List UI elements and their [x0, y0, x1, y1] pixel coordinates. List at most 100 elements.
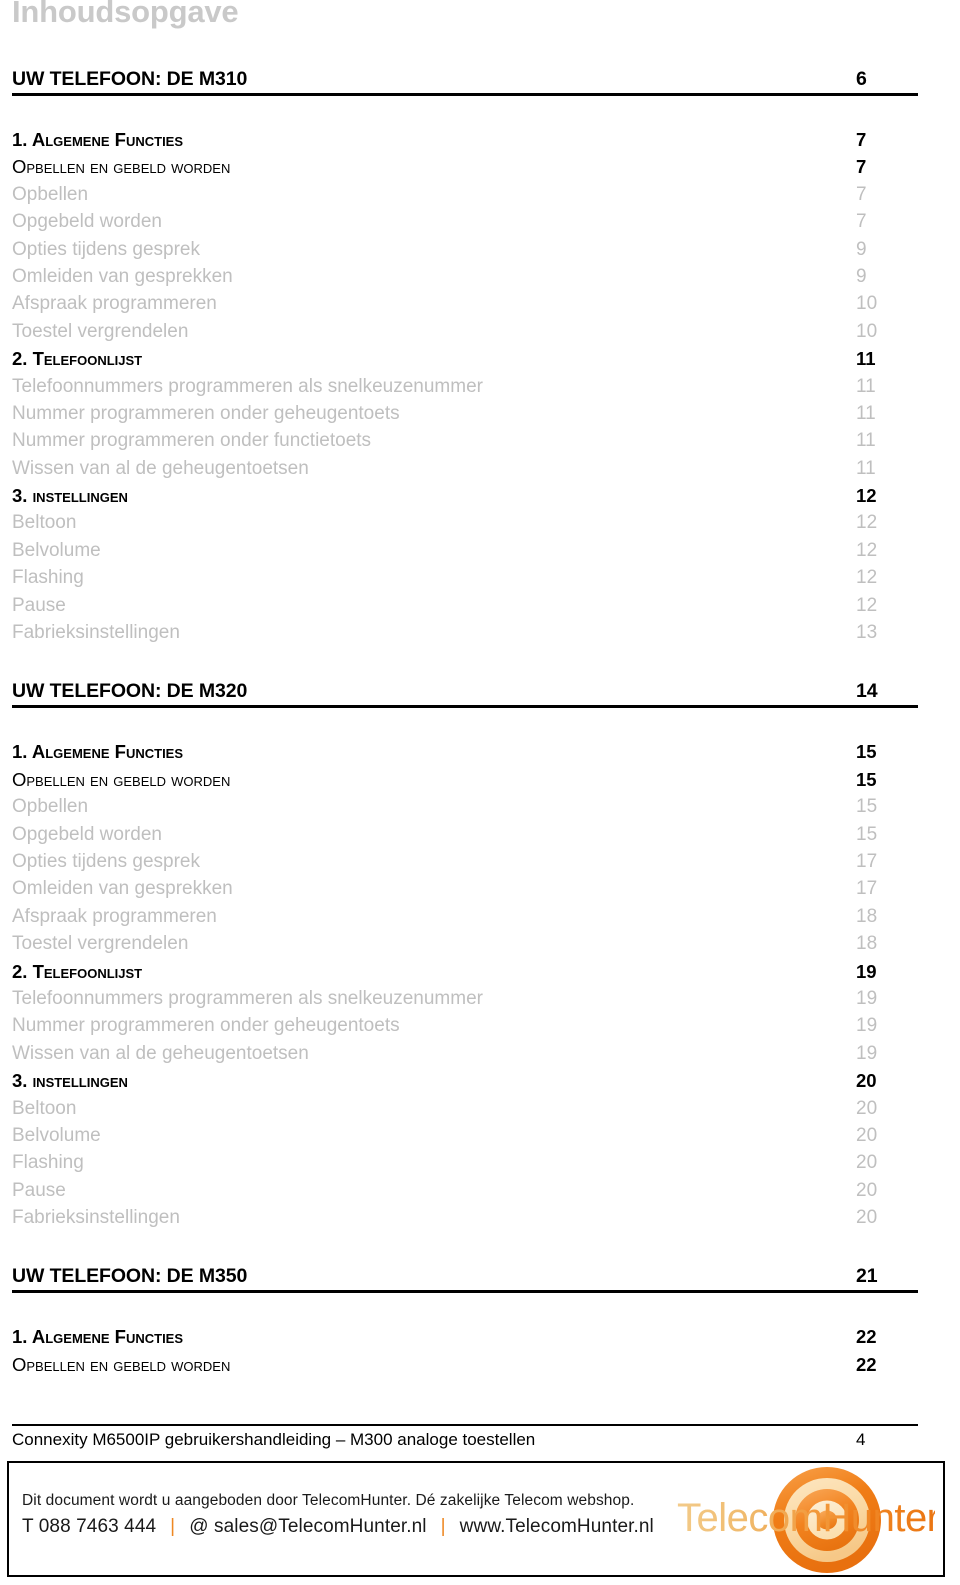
toc-entry-page: 12 — [856, 594, 878, 616]
toc-entry-page: 10 — [856, 320, 878, 342]
toc-entry-label: Omleiden van gesprekken — [12, 265, 233, 287]
toc-entry-label: Toestel vergrendelen — [12, 933, 189, 955]
toc-entry-level-1[interactable]: 1. Algemene Functies 15 — [0, 740, 960, 767]
toc-part-heading-label: UW TELEFOON: DE M320 — [12, 680, 248, 703]
toc-part-heading[interactable]: UW TELEFOON: DE M320 14 — [0, 678, 960, 716]
toc-entry-level-3[interactable]: Opgebeld worden 15 — [0, 823, 960, 850]
toc-entry-page: 17 — [856, 878, 878, 900]
toc-entry-page: 7 — [856, 129, 867, 150]
toc-entry-label: Toestel vergrendelen — [12, 320, 189, 342]
toc-entry-label: Telefoonnummers programmeren als snelkeu… — [12, 375, 483, 397]
toc-entry-label: 3. instellingen — [12, 485, 128, 507]
toc-entry-level-3[interactable]: Telefoonnummers programmeren als snelkeu… — [0, 375, 960, 402]
toc-entry-label: Afspraak programmeren — [12, 905, 217, 927]
toc-entry-level-3[interactable]: Opties tijdens gesprek 17 — [0, 850, 960, 877]
toc-entry-page: 11 — [856, 375, 876, 397]
toc-entry-level-2[interactable]: Opbellen en gebeld worden 22 — [0, 1353, 960, 1380]
toc-entry-level-3[interactable]: Pause 12 — [0, 594, 960, 621]
heading-entries-spacer — [0, 716, 960, 740]
toc-entry-level-1[interactable]: 1. Algemene Functies 7 — [0, 128, 960, 155]
toc-entry-label: Beltoon — [12, 512, 77, 534]
toc-entry-level-3[interactable]: Belvolume 20 — [0, 1124, 960, 1151]
toc-entry-level-3[interactable]: Telefoonnummers programmeren als snelkeu… — [0, 987, 960, 1014]
toc-entry-level-3[interactable]: Wissen van al de geheugentoetsen 11 — [0, 457, 960, 484]
toc-entry-label: Opbellen en gebeld worden — [12, 1353, 231, 1375]
toc-part-heading-rule — [12, 705, 918, 709]
toc-entry-page: 7 — [856, 156, 867, 178]
toc-entry-level-3[interactable]: Omleiden van gesprekken 17 — [0, 877, 960, 904]
toc-entry-level-2[interactable]: Opbellen en gebeld worden 15 — [0, 768, 960, 795]
promo-tagline: Dit document wordt u aangeboden door Tel… — [22, 1492, 635, 1509]
toc-entry-label: Nummer programmeren onder geheugentoets — [12, 402, 400, 424]
toc-entry-level-2[interactable]: Opbellen en gebeld worden 7 — [0, 155, 960, 182]
footer-divider — [12, 1424, 918, 1426]
promo-email[interactable]: @ sales@TelecomHunter.nl — [189, 1516, 426, 1537]
toc-entry-page: 19 — [856, 1042, 878, 1064]
toc-entry-page: 20 — [856, 1124, 878, 1146]
toc-entry-page: 12 — [856, 485, 877, 507]
toc-entry-level-3[interactable]: Nummer programmeren onder geheugentoets 1… — [0, 1014, 960, 1041]
promo-website[interactable]: www.TelecomHunter.nl — [460, 1516, 654, 1537]
toc-entry-level-3[interactable]: Opgebeld worden 7 — [0, 210, 960, 237]
footer-title: Connexity M6500IP gebruikershandleiding … — [12, 1430, 536, 1449]
toc-part-heading[interactable]: UW TELEFOON: DE M310 6 — [0, 66, 960, 104]
toc-entry-level-3[interactable]: Afspraak programmeren 18 — [0, 905, 960, 932]
toc-part-heading-rule — [12, 93, 918, 96]
toc-entry-level-1[interactable]: 2. Telefoonlijst 11 — [0, 347, 960, 374]
toc-entry-level-3[interactable]: Pause 20 — [0, 1179, 960, 1206]
telecomhunter-logo[interactable]: TelecomHunter — [669, 1465, 935, 1575]
toc-entry-label: Omleiden van gesprekken — [12, 878, 233, 900]
toc-entry-label: Opgebeld worden — [12, 211, 162, 233]
toc-entry-level-3[interactable]: Flashing 12 — [0, 566, 960, 593]
toc-entry-page: 12 — [856, 567, 878, 589]
toc-part-heading-page: 21 — [856, 1265, 878, 1288]
toc-entry-level-3[interactable]: Fabrieksinstellingen 20 — [0, 1206, 960, 1233]
toc-entry-label: Pause — [12, 594, 66, 616]
toc-part-heading-label: UW TELEFOON: DE M310 — [12, 68, 248, 90]
toc-part-heading-page: 14 — [856, 680, 878, 703]
toc-entry-page: 12 — [856, 539, 878, 561]
toc-entry-level-3[interactable]: Toestel vergrendelen 10 — [0, 320, 960, 347]
toc-entry-page: 15 — [856, 741, 877, 763]
logo-target-icon: TelecomHunter — [677, 1467, 935, 1573]
toc-entry-level-3[interactable]: Opties tijdens gesprek 9 — [0, 238, 960, 265]
toc-entry-label: 2. Telefoonlijst — [12, 960, 143, 982]
toc-entry-page: 13 — [856, 622, 878, 644]
toc-entry-level-1[interactable]: 3. instellingen 20 — [0, 1069, 960, 1096]
promo-separator-2: | — [440, 1516, 446, 1537]
toc-entry-level-1[interactable]: 2. Telefoonlijst 19 — [0, 960, 960, 987]
toc-entry-label: Wissen van al de geheugentoetsen — [12, 1042, 309, 1064]
toc-entry-label: 1. Algemene Functies — [12, 1326, 184, 1348]
toc-entry-label: Opbellen en gebeld worden — [12, 768, 231, 790]
toc-entry-page: 15 — [856, 768, 877, 790]
promo-separator-1: | — [170, 1516, 176, 1537]
toc-entry-level-3[interactable]: Flashing 20 — [0, 1151, 960, 1178]
toc-entry-level-3[interactable]: Wissen van al de geheugentoetsen 19 — [0, 1042, 960, 1069]
toc-entry-label: Opties tijdens gesprek — [12, 238, 200, 260]
toc-entry-level-3[interactable]: Opbellen 7 — [0, 183, 960, 210]
logo-wordmark: TelecomHunter — [677, 1496, 935, 1540]
toc-entry-level-1[interactable]: 1. Algemene Functies 22 — [0, 1325, 960, 1352]
toc-entry-page: 9 — [856, 265, 867, 287]
toc-entry-label: 2. Telefoonlijst — [12, 348, 143, 370]
promo-banner: Dit document wordt u aangeboden door Tel… — [7, 1461, 945, 1577]
toc-entry-level-3[interactable]: Nummer programmeren onder functietoets 11 — [0, 429, 960, 456]
toc-entry-level-3[interactable]: Toestel vergrendelen 18 — [0, 932, 960, 959]
toc-entry-level-3[interactable]: Beltoon 12 — [0, 511, 960, 538]
toc-entry-level-1[interactable]: 3. instellingen 12 — [0, 484, 960, 511]
heading-entries-spacer — [0, 104, 960, 128]
document-page: Inhoudsopgave UW TELEFOON: DE M310 6 1. Al… — [0, 0, 960, 1585]
toc-entry-level-3[interactable]: Afspraak programmeren 10 — [0, 292, 960, 319]
toc-part-heading[interactable]: UW TELEFOON: DE M350 21 — [0, 1263, 960, 1301]
toc-entry-label: Beltoon — [12, 1097, 77, 1119]
toc-entry-level-3[interactable]: Opbellen 15 — [0, 795, 960, 822]
toc-entry-level-3[interactable]: Belvolume 12 — [0, 539, 960, 566]
toc-entry-level-3[interactable]: Beltoon 20 — [0, 1097, 960, 1124]
toc-entry-level-3[interactable]: Nummer programmeren onder geheugentoets 1… — [0, 402, 960, 429]
toc-entry-level-3[interactable]: Fabrieksinstellingen 13 — [0, 621, 960, 648]
toc-entry-label: Afspraak programmeren — [12, 293, 217, 315]
page-title: Inhoudsopgave — [12, 0, 239, 29]
toc-entry-page: 18 — [856, 905, 878, 927]
toc-entry-page: 11 — [856, 457, 876, 479]
toc-entry-level-3[interactable]: Omleiden van gesprekken 9 — [0, 265, 960, 292]
